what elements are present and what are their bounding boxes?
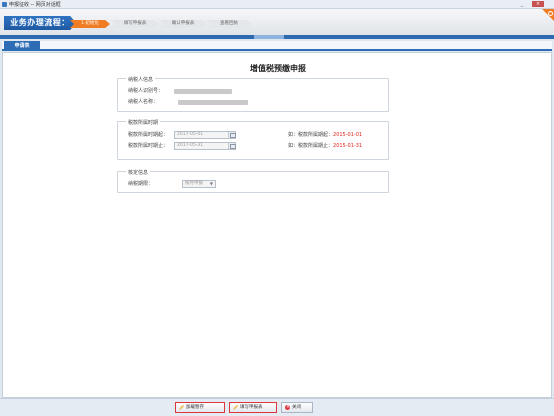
- taxpayer-id-row: 纳税人识别号：: [128, 87, 328, 95]
- verification-section: 核定信息 纳税期限： 按月申报 ▼: [117, 169, 389, 193]
- period-start-input[interactable]: 2017-05-01: [174, 131, 236, 139]
- filing-period-select[interactable]: 按月申报 ▼: [182, 180, 216, 188]
- close-label: 关闭: [292, 405, 301, 410]
- page-title: 增值税预缴申报: [250, 64, 306, 73]
- period-end-label: 税款所属时期止：: [128, 143, 169, 149]
- period-start-row: 税款所属时期起： 2017-05-01 如：税款所属期起：2015-01-01: [128, 131, 388, 139]
- tax-period-legend: 税款所属时期: [126, 119, 161, 126]
- pen-icon: [179, 405, 184, 410]
- close-icon: [285, 403, 290, 412]
- step-fill-form: 填写申报表: [110, 20, 160, 28]
- period-start-value: 2017-05-01: [177, 132, 204, 137]
- period-end-input[interactable]: 2017-05-31: [174, 142, 236, 150]
- verification-legend: 核定信息: [126, 169, 151, 176]
- window-title: 申报征收 -- 网页对话框: [9, 2, 61, 8]
- period-end-row: 税款所属时期止： 2017-05-31 如：税款所属期止：2015-01-31: [128, 142, 388, 150]
- filing-period-row: 纳税期限： 按月申报 ▼: [128, 180, 328, 188]
- app-icon: [2, 2, 7, 7]
- calendar-icon[interactable]: [228, 143, 236, 149]
- tax-period-section: 税款所属时期 税款所属时期起： 2017-05-01 如：税款所属期起：2015…: [117, 119, 389, 160]
- window-titlebar: 申报征收 -- 网页对话框 _ ×: [0, 0, 554, 9]
- load-draft-button[interactable]: 加载暂存: [175, 402, 225, 413]
- period-start-hint: 如：税款所属期起：2015-01-01: [288, 131, 362, 139]
- step-view-receipt: 查看回执: [206, 20, 252, 28]
- tab-bar: 申请表: [2, 41, 552, 51]
- close-button[interactable]: 关闭: [281, 402, 313, 413]
- taxpayer-info-legend: 纳税人信息: [126, 76, 156, 83]
- period-end-hint-text: 如：税款所属期止：: [288, 143, 334, 149]
- fill-form-button[interactable]: 填写申报表: [229, 402, 277, 413]
- taxpayer-id-redacted: [174, 89, 232, 94]
- taxpayer-id-label: 纳税人识别号：: [128, 88, 164, 94]
- period-start-label: 税款所属时期起：: [128, 132, 169, 138]
- period-start-hint-value: 2015-01-01: [333, 132, 363, 138]
- calendar-icon[interactable]: [228, 132, 236, 138]
- chevron-down-icon: ▼: [209, 181, 213, 186]
- step-confirm-form: 确认申报表: [158, 20, 208, 28]
- taxpayer-name-redacted: [178, 100, 248, 105]
- filing-period-value: 按月申报: [185, 181, 203, 186]
- collapse-handle[interactable]: [254, 35, 284, 39]
- fill-form-label: 填写申报表: [240, 405, 263, 410]
- step-initialize: 1.初始化: [70, 20, 110, 28]
- load-draft-label: 加载暂存: [186, 405, 204, 410]
- tab-application-form[interactable]: 申请表: [4, 41, 40, 51]
- period-end-value: 2017-05-31: [177, 143, 204, 148]
- taxpayer-name-row: 纳税人名称：: [128, 98, 328, 106]
- taxpayer-name-label: 纳税人名称：: [128, 99, 159, 105]
- flow-title: 业务办理流程：: [4, 16, 76, 30]
- minimize-button[interactable]: _: [518, 1, 526, 7]
- period-start-hint-text: 如：税款所属期起：: [288, 132, 334, 138]
- form-content: 增值税预缴申报 纳税人信息 纳税人识别号： 纳税人名称： 税款所属时期 税款所属…: [2, 52, 552, 398]
- period-end-hint-value: 2015-01-31: [333, 143, 363, 149]
- pen-icon: [233, 405, 238, 410]
- taxpayer-info-section: 纳税人信息 纳税人识别号： 纳税人名称：: [117, 76, 389, 112]
- window-close-button[interactable]: ×: [532, 1, 544, 7]
- flow-stepbar: 业务办理流程： 1.初始化 填写申报表 确认申报表 查看回执: [0, 9, 554, 37]
- footer-bar: 加载暂存 填写申报表 关闭: [0, 398, 554, 416]
- period-end-hint: 如：税款所属期止：2015-01-31: [288, 142, 362, 150]
- filing-period-label: 纳税期限：: [128, 181, 154, 187]
